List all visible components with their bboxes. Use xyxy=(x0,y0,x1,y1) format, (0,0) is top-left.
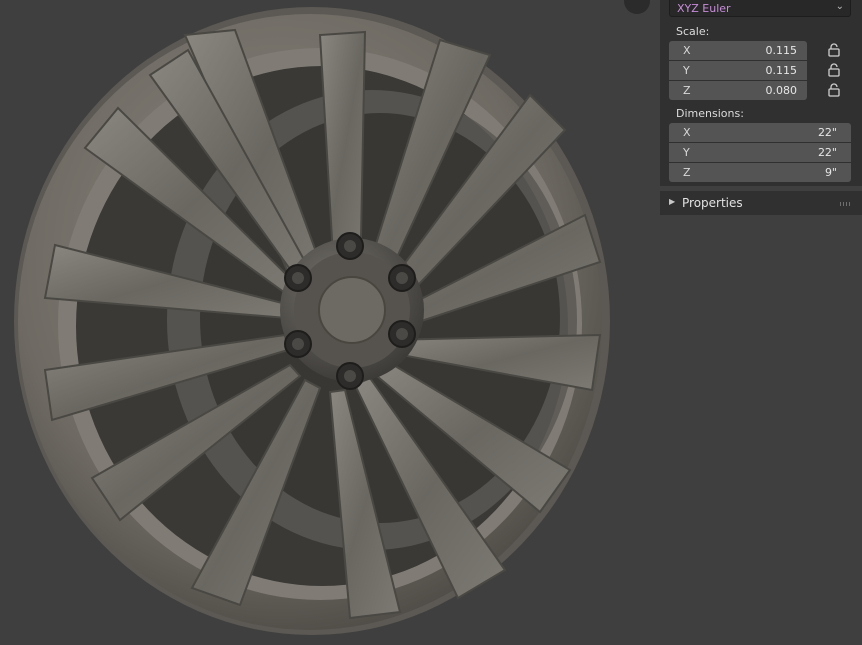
properties-panel-header[interactable]: ▶ Properties xyxy=(660,191,862,215)
scale-x-axis-label: X xyxy=(683,44,691,57)
lock-icon[interactable] xyxy=(827,63,841,77)
scale-x-field[interactable]: X 0.115 xyxy=(669,41,807,60)
dimensions-z-field[interactable]: Z 9" xyxy=(669,163,851,182)
dimensions-y-axis-label: Y xyxy=(683,146,690,159)
scale-y-field[interactable]: Y 0.115 xyxy=(669,61,807,80)
scale-x-value: 0.115 xyxy=(765,44,798,57)
dimensions-x-axis-label: X xyxy=(683,126,691,139)
dimensions-x-value: 22" xyxy=(817,126,837,139)
scale-z-axis-label: Z xyxy=(683,84,691,97)
drag-grip-icon[interactable] xyxy=(840,202,852,206)
rotation-mode-value: XYZ Euler xyxy=(677,2,731,15)
dimensions-y-value: 22" xyxy=(817,146,837,159)
dimensions-label: Dimensions: xyxy=(676,107,744,120)
scale-z-field[interactable]: Z 0.080 xyxy=(669,81,807,100)
lock-icon[interactable] xyxy=(827,43,841,57)
lock-icon[interactable] xyxy=(827,83,841,97)
dimensions-z-axis-label: Z xyxy=(683,166,691,179)
dimensions-y-field[interactable]: Y 22" xyxy=(669,143,851,162)
dimensions-x-field[interactable]: X 22" xyxy=(669,123,851,142)
scale-label: Scale: xyxy=(676,25,710,38)
scale-z-value: 0.080 xyxy=(765,84,798,97)
scale-y-axis-label: Y xyxy=(683,64,690,77)
scale-y-value: 0.115 xyxy=(765,64,798,77)
rotation-mode-dropdown[interactable]: XYZ Euler ⌄ xyxy=(669,0,851,17)
expand-triangle-icon: ▶ xyxy=(669,197,676,206)
chevron-down-icon: ⌄ xyxy=(835,1,844,12)
properties-title: Properties xyxy=(682,196,743,210)
dimensions-z-value: 9" xyxy=(824,166,837,179)
